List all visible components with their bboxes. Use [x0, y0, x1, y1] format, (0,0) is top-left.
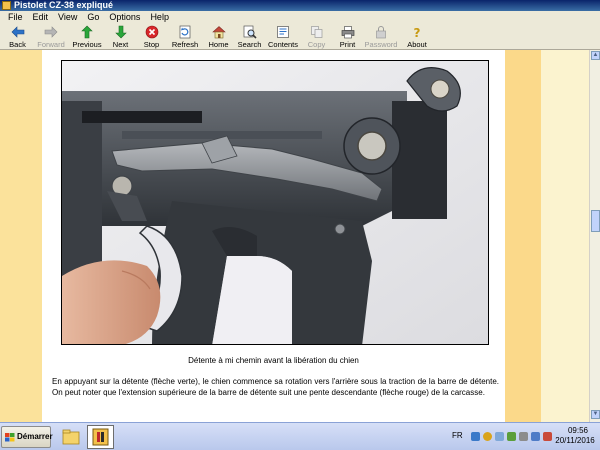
start-button[interactable]: Démarrer [1, 426, 53, 448]
tray-app-icon[interactable] [483, 432, 492, 441]
language-indicator[interactable]: FR [452, 431, 463, 440]
explanation-paragraph: En appuyant sur la détente (flèche verte… [52, 377, 499, 397]
contents-icon [276, 25, 290, 39]
folder-taskbar-icon[interactable] [62, 427, 80, 447]
home-button[interactable]: Home [203, 23, 234, 50]
clock-date[interactable]: 20/11/2016 [551, 436, 599, 445]
connection-icon[interactable] [531, 432, 540, 441]
print-button[interactable]: Print [332, 23, 363, 50]
security-icon[interactable] [507, 432, 516, 441]
search-button[interactable]: Search [234, 23, 265, 50]
scroll-up-arrow-icon[interactable]: ▲ [591, 51, 600, 60]
up-arrow-icon [80, 25, 94, 39]
menu-view[interactable]: View [53, 11, 82, 23]
display-icon[interactable] [495, 432, 504, 441]
print-icon [341, 25, 355, 39]
vertical-scrollbar[interactable]: ▲ ▼ [589, 50, 600, 422]
scroll-down-arrow-icon[interactable]: ▼ [591, 410, 600, 419]
next-button[interactable]: Next [105, 23, 136, 50]
forward-button[interactable]: Forward [33, 23, 69, 50]
help-viewer-taskbar-button[interactable] [87, 425, 114, 449]
back-arrow-icon [11, 25, 25, 39]
menu-file[interactable]: File [3, 11, 28, 23]
down-arrow-icon [114, 25, 128, 39]
clock-time[interactable]: 09:56 [557, 426, 599, 435]
help-page [42, 50, 505, 422]
window-title: Pistolet CZ-38 expliqué [14, 0, 114, 10]
copy-icon [310, 25, 324, 39]
start-label: Démarrer [17, 432, 53, 441]
about-icon: ? [410, 25, 424, 39]
left-margin-strip [0, 50, 42, 422]
menu-bar: File Edit View Go Options Help [0, 11, 600, 23]
menu-options[interactable]: Options [104, 11, 145, 23]
system-tray: FR 09:56 20/11/2016 [447, 425, 600, 449]
windows-logo-icon [5, 433, 15, 442]
pistol-mechanism-photo [61, 60, 489, 345]
password-button[interactable]: Password [363, 23, 399, 50]
help-app-icon [2, 1, 11, 10]
toolbar: Back Forward Previous Next Stop Refresh [0, 23, 600, 50]
scrollbar-thumb[interactable] [591, 210, 600, 232]
back-button[interactable]: Back [2, 23, 33, 50]
previous-button[interactable]: Previous [69, 23, 105, 50]
menu-help[interactable]: Help [145, 11, 174, 23]
copy-button[interactable]: Copy [301, 23, 332, 50]
pistol-mechanism-image [62, 61, 488, 344]
menu-go[interactable]: Go [82, 11, 104, 23]
home-icon [211, 25, 226, 39]
taskbar: Démarrer FR 09:56 20/11/2016 [0, 422, 600, 450]
password-icon [374, 25, 388, 39]
stop-button[interactable]: Stop [136, 23, 167, 50]
forward-arrow-icon [44, 25, 58, 39]
stop-icon [145, 25, 159, 39]
menu-edit[interactable]: Edit [28, 11, 54, 23]
content-area[interactable]: Détente à mi chemin avant la libération … [0, 50, 589, 422]
right-margin-strip [505, 50, 541, 422]
search-icon [243, 25, 257, 39]
window-titlebar: Pistolet CZ-38 expliqué [0, 0, 600, 11]
network-icon[interactable] [471, 432, 480, 441]
svg-text:?: ? [414, 26, 421, 39]
refresh-icon [178, 25, 192, 39]
photo-caption: Détente à mi chemin avant la libération … [188, 356, 359, 365]
contents-button[interactable]: Contents [265, 23, 301, 50]
volume-icon[interactable] [519, 432, 528, 441]
about-button[interactable]: ? About [399, 23, 435, 50]
help-viewer-app-icon [92, 428, 109, 446]
refresh-button[interactable]: Refresh [167, 23, 203, 50]
